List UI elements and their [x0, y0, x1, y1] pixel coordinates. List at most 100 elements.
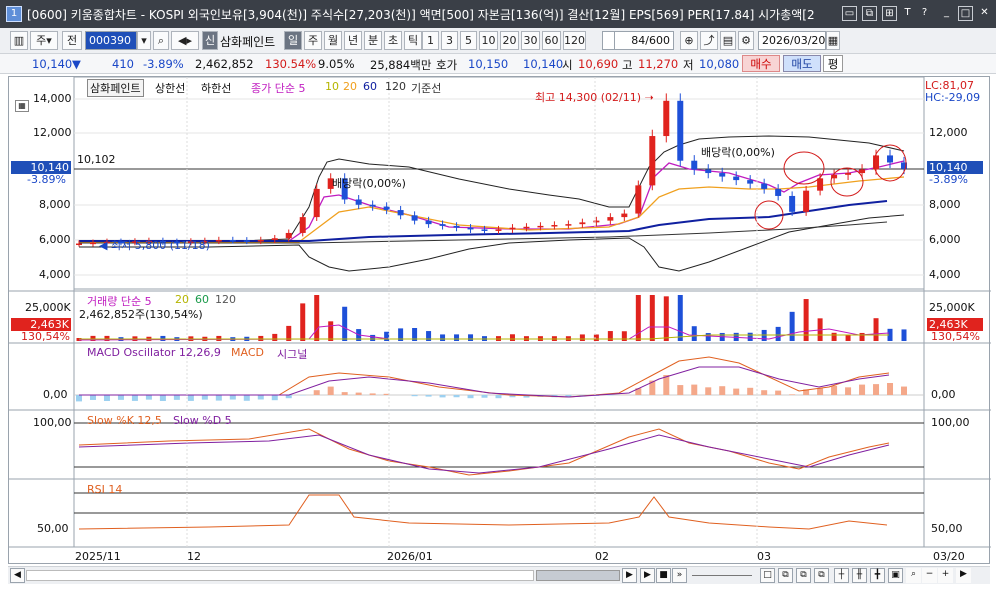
all-button[interactable]: 전	[62, 31, 82, 50]
legend-upper[interactable]: 상한선	[155, 80, 185, 96]
legend-ma5[interactable]: 종가 단순 5	[251, 80, 305, 96]
text-icon[interactable]: T	[900, 6, 915, 21]
candle-body	[439, 224, 446, 226]
rsi-legend[interactable]: RSI 14	[87, 483, 122, 496]
macd-bar	[257, 395, 264, 400]
period-month[interactable]: 월	[324, 31, 342, 50]
bid-ask-label: 호가	[436, 58, 458, 72]
candle-body	[845, 173, 852, 175]
period-second[interactable]: 초	[384, 31, 402, 50]
weekly-select[interactable]: 주▾	[30, 31, 58, 50]
search-icon[interactable]: ⌕	[153, 31, 169, 50]
zoom-in-icon[interactable]: +	[938, 568, 953, 583]
candle-medium-icon[interactable]: ╫	[852, 568, 867, 583]
legend-stock-name[interactable]: 삼화페인트	[87, 79, 144, 97]
macd-bar	[677, 385, 684, 395]
candle-body	[215, 240, 222, 242]
minimize-icon[interactable]: _	[939, 6, 954, 21]
legend-ma10[interactable]: 10	[325, 80, 339, 93]
chart-area[interactable]: 삼화페인트 상한선 하한선 종가 단순 5 10 20 60 120 기준선 ▦…	[8, 76, 991, 564]
compare-icon[interactable]: ⊕	[680, 31, 698, 50]
interval-30[interactable]: 30	[521, 31, 540, 50]
buy-button[interactable]: 매수	[742, 55, 780, 72]
legend-ma20[interactable]: 20	[343, 80, 357, 93]
stoch-d-legend[interactable]: Slow %D 5	[173, 414, 232, 427]
candle-large-icon[interactable]: ╋	[870, 568, 885, 583]
date-input[interactable]: 2026/03/20	[758, 31, 826, 50]
sound-icon[interactable]: ◀▸	[171, 31, 199, 50]
calendar-icon[interactable]: ▦	[826, 31, 840, 50]
macd-bar	[565, 395, 572, 397]
maximize-icon[interactable]: □	[958, 6, 973, 21]
restore-icon[interactable]: ⧉	[814, 568, 829, 583]
copy-icon[interactable]: ⧉	[796, 568, 811, 583]
help-icon[interactable]: ?	[917, 6, 932, 21]
volume-legend-20[interactable]: 20	[175, 293, 189, 306]
interval-5[interactable]: 5	[460, 31, 477, 50]
current-rate-right: -3.89%	[929, 173, 968, 186]
panel-config-icon[interactable]: ▦	[15, 100, 29, 112]
interval-20[interactable]: 20	[500, 31, 519, 50]
eval-button[interactable]: 평	[823, 55, 843, 72]
close-icon[interactable]: ✕	[977, 6, 992, 21]
macd-legend[interactable]: MACD Oscillator 12,26,9	[87, 346, 221, 359]
low-annotation: ◀ 최저 5,800 (11/18)	[99, 239, 210, 252]
interval-120[interactable]: 120	[563, 31, 586, 50]
link-icon[interactable]: ⧉	[862, 6, 877, 21]
legend-ma60[interactable]: 60	[363, 80, 377, 93]
legend-ma120[interactable]: 120	[385, 80, 406, 93]
volume-legend-120[interactable]: 120	[215, 293, 236, 306]
stop-icon[interactable]: ■	[656, 568, 671, 583]
period-year[interactable]: 년	[344, 31, 362, 50]
interval-60[interactable]: 60	[542, 31, 561, 50]
macd-bar	[327, 386, 334, 395]
dock-icon[interactable]: ▭	[842, 6, 857, 21]
layout-icon[interactable]: ⧉	[778, 568, 793, 583]
period-minute[interactable]: 분	[364, 31, 382, 50]
macd-bar	[369, 393, 376, 395]
period-day[interactable]: 일	[284, 31, 302, 50]
candle-small-icon[interactable]: ┼	[834, 568, 849, 583]
legend-base[interactable]: 기준선	[411, 80, 441, 96]
macd-legend-macd[interactable]: MACD	[231, 346, 264, 359]
xaxis-label-3: 2026/01	[387, 550, 433, 563]
chart-type-icon[interactable]: ▥	[10, 31, 28, 50]
stoch-axis-left: 100,00	[33, 416, 72, 429]
screen-icon[interactable]: ▣	[888, 568, 903, 583]
candle-body	[747, 180, 754, 184]
period-tick[interactable]: 틱	[404, 31, 422, 50]
legend-lower[interactable]: 하한선	[201, 80, 231, 96]
interval-1[interactable]: 1	[422, 31, 439, 50]
zoom-box-icon[interactable]: □	[760, 568, 775, 583]
scrollbar-track[interactable]	[26, 570, 534, 581]
settings-icon[interactable]: ⚙	[738, 31, 754, 50]
volume-legend-60[interactable]: 60	[195, 293, 209, 306]
sell-button[interactable]: 매도	[783, 55, 821, 72]
zoom-out-icon[interactable]: −	[922, 568, 937, 583]
stoch-k-legend[interactable]: Slow %K 12,5	[87, 414, 162, 427]
speed-slider[interactable]	[692, 570, 752, 581]
play-icon[interactable]: ▶	[640, 568, 655, 583]
volume-bar	[160, 335, 166, 341]
volume-bar	[845, 335, 851, 341]
split-icon[interactable]: ⊞	[882, 6, 897, 21]
zoom-icon[interactable]: ⌕	[906, 568, 921, 583]
fast-forward-icon[interactable]: »	[672, 568, 687, 583]
save-icon[interactable]: ▤	[720, 31, 736, 50]
scroll-left-icon[interactable]: ◀	[10, 568, 25, 583]
macd-legend-signal[interactable]: 시그널	[277, 346, 307, 362]
scroll-right-icon[interactable]: ▶	[622, 568, 637, 583]
period-week[interactable]: 주	[304, 31, 322, 50]
code-dropdown-icon[interactable]: ▾	[137, 31, 151, 50]
scrollbar-thumb[interactable]	[536, 570, 620, 581]
interval-3[interactable]: 3	[441, 31, 458, 50]
code-input[interactable]: 000390	[85, 31, 137, 50]
dividend-label-2: 배당락(0,00%)	[701, 146, 775, 159]
macd-bar	[887, 383, 894, 395]
interval-10[interactable]: 10	[479, 31, 498, 50]
macd-bar	[439, 395, 446, 398]
trend-icon[interactable]: ⤴	[700, 31, 718, 50]
candle-body	[733, 176, 740, 181]
scroll-end-icon[interactable]: ▶	[956, 568, 971, 583]
macd-bar	[719, 386, 726, 395]
